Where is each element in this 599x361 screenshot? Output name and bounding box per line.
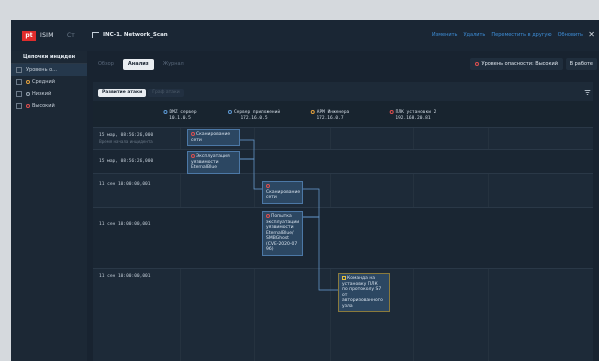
sidebar-item-level[interactable]: Уровень о... (11, 64, 87, 76)
attack-event-label: Эксплуатация уязвимости EternalBlue (191, 154, 230, 170)
host-ip: 172.16.0.7 (316, 116, 344, 121)
severity-low-icon (26, 92, 30, 96)
incident-tabs: Обзор Анализ Журнал (93, 59, 189, 70)
attack-event-node[interactable]: Попытка эксплуатации уязвимости EternalB… (262, 211, 303, 256)
analysis-subtabs: Развитие атаки Граф атаки (98, 89, 184, 97)
sidebar-header: Цепочки инциден (11, 51, 87, 64)
attack-event-label: Сканирование сети (266, 189, 301, 201)
severity-dropdown[interactable]: Уровень опасности: Высокий (469, 58, 563, 70)
severity-label: Уровень опасности: Высокий (481, 61, 558, 67)
event-severity-icon (191, 154, 195, 158)
timeline-row: 11 сен 10:00:00,001 (93, 207, 593, 268)
app-window: pt ISIM Ст Цепочки инциден Уровень о... … (11, 20, 599, 361)
tab-attack-development[interactable]: Развитие атаки (98, 89, 147, 97)
attack-event-node[interactable]: Сканирование сети (262, 181, 303, 204)
event-time: 11 сен 10:00:00,001 (99, 182, 151, 187)
timeline-row: 15 мар, 08:56:26,000 Время начала инциде… (93, 127, 593, 149)
filter-icon[interactable] (584, 89, 591, 96)
timeline-grid: 15 мар, 08:56:26,000 Время начала инциде… (93, 127, 593, 361)
timeline-row: 11 сен 10:00:00,001 (93, 173, 593, 207)
event-severity-icon (191, 132, 195, 136)
delete-button[interactable]: Удалить (464, 31, 486, 40)
incident-title: INC-1. Network_Scan (103, 32, 168, 38)
event-time: 11 сен 10:00:00,001 (99, 222, 151, 227)
attack-event-label: Команда на установку ПЛК по протоколу S7… (342, 276, 383, 309)
brand-name: ISIM (40, 32, 54, 39)
timeline-row: 15 мар, 08:56:26,000 (93, 149, 593, 173)
host-status-icon (389, 110, 394, 114)
sidebar-item-low[interactable]: Низкий (11, 88, 87, 100)
tab-log[interactable]: Журнал (158, 59, 189, 70)
severity-high-icon (474, 62, 479, 66)
attack-event-node[interactable]: Сканирование сети (187, 129, 240, 146)
attack-event-label: Сканирование сети (191, 132, 231, 143)
sidebar-item-high[interactable]: Высокий (11, 100, 87, 112)
event-severity-icon (342, 276, 346, 280)
event-time-caption: Время начала инцидента (99, 139, 153, 144)
attack-event-node[interactable]: Команда на установку ПЛК по протоколу S7… (338, 273, 390, 312)
host-status-icon (310, 110, 315, 114)
incident-panel: INC-1. Network_Scan Изменить Удалить Пер… (87, 20, 599, 361)
host-status-icon (163, 110, 168, 114)
hosts-header: DMZ сервер 10.1.0.5 Сервер приложений 17… (93, 101, 593, 127)
host-name: Сервер приложений (233, 110, 281, 115)
event-severity-icon (266, 214, 270, 218)
host-name: DMZ сервер (169, 110, 197, 115)
sidebar-item-medium[interactable]: Средний (11, 76, 87, 88)
checkbox[interactable] (16, 67, 22, 73)
event-time: 15 мар, 08:56:26,000 (99, 159, 154, 164)
move-button[interactable]: Переместить в другую (491, 31, 551, 40)
incident-actions: Изменить Удалить Переместить в другую Об… (432, 31, 583, 40)
status-dropdown[interactable]: В работе (565, 58, 597, 70)
sidebar-item-label: Высокий (32, 103, 55, 109)
attack-event-node[interactable]: Эксплуатация уязвимости EternalBlue (187, 151, 240, 174)
severity-medium-icon (26, 80, 30, 84)
checkbox[interactable] (16, 103, 22, 109)
checkbox[interactable] (16, 91, 22, 97)
tab-analysis[interactable]: Анализ (122, 59, 154, 70)
host-dmz-server[interactable]: DMZ сервер 10.1.0.5 (163, 110, 197, 122)
severity-high-icon (26, 104, 30, 108)
refresh-button[interactable]: Обновить (558, 31, 583, 40)
host-plc[interactable]: ПЛК установки 2 192.168.20.81 (389, 110, 437, 122)
sidebar-item-label: Уровень о... (26, 67, 57, 73)
sidebar: Цепочки инциден Уровень о... Средний Низ… (11, 51, 87, 361)
sidebar-item-label: Низкий (32, 91, 52, 97)
event-severity-icon (266, 184, 270, 188)
edit-button[interactable]: Изменить (432, 31, 458, 40)
close-icon[interactable]: ✕ (588, 30, 595, 40)
attack-event-label: Попытка эксплуатации уязвимости EternalB… (266, 214, 300, 252)
host-name: АРМ Инженера (316, 110, 350, 115)
checkbox[interactable] (16, 79, 22, 85)
sidebar-item-label: Средний (32, 79, 55, 85)
incident-icon (92, 32, 99, 38)
brand-tail: Ст (67, 32, 75, 39)
host-app-server[interactable]: Сервер приложений 172.16.0.5 (227, 110, 281, 122)
host-engineer-workstation[interactable]: АРМ Инженера 172.16.0.7 (310, 110, 350, 122)
attack-analysis-panel: Развитие атаки Граф атаки DMZ сервер 10.… (93, 82, 593, 361)
pt-logo: pt (22, 31, 36, 41)
host-ip: 10.1.0.5 (169, 116, 191, 121)
event-time: 11 сен 10:00:00,001 (99, 274, 151, 279)
host-ip: 172.16.0.5 (240, 116, 268, 121)
tab-attack-graph[interactable]: Граф атаки (148, 89, 184, 97)
host-name: ПЛК установки 2 (395, 110, 437, 115)
tab-overview[interactable]: Обзор (93, 59, 119, 70)
host-ip: 192.168.20.81 (395, 116, 431, 121)
host-status-icon (227, 110, 232, 114)
